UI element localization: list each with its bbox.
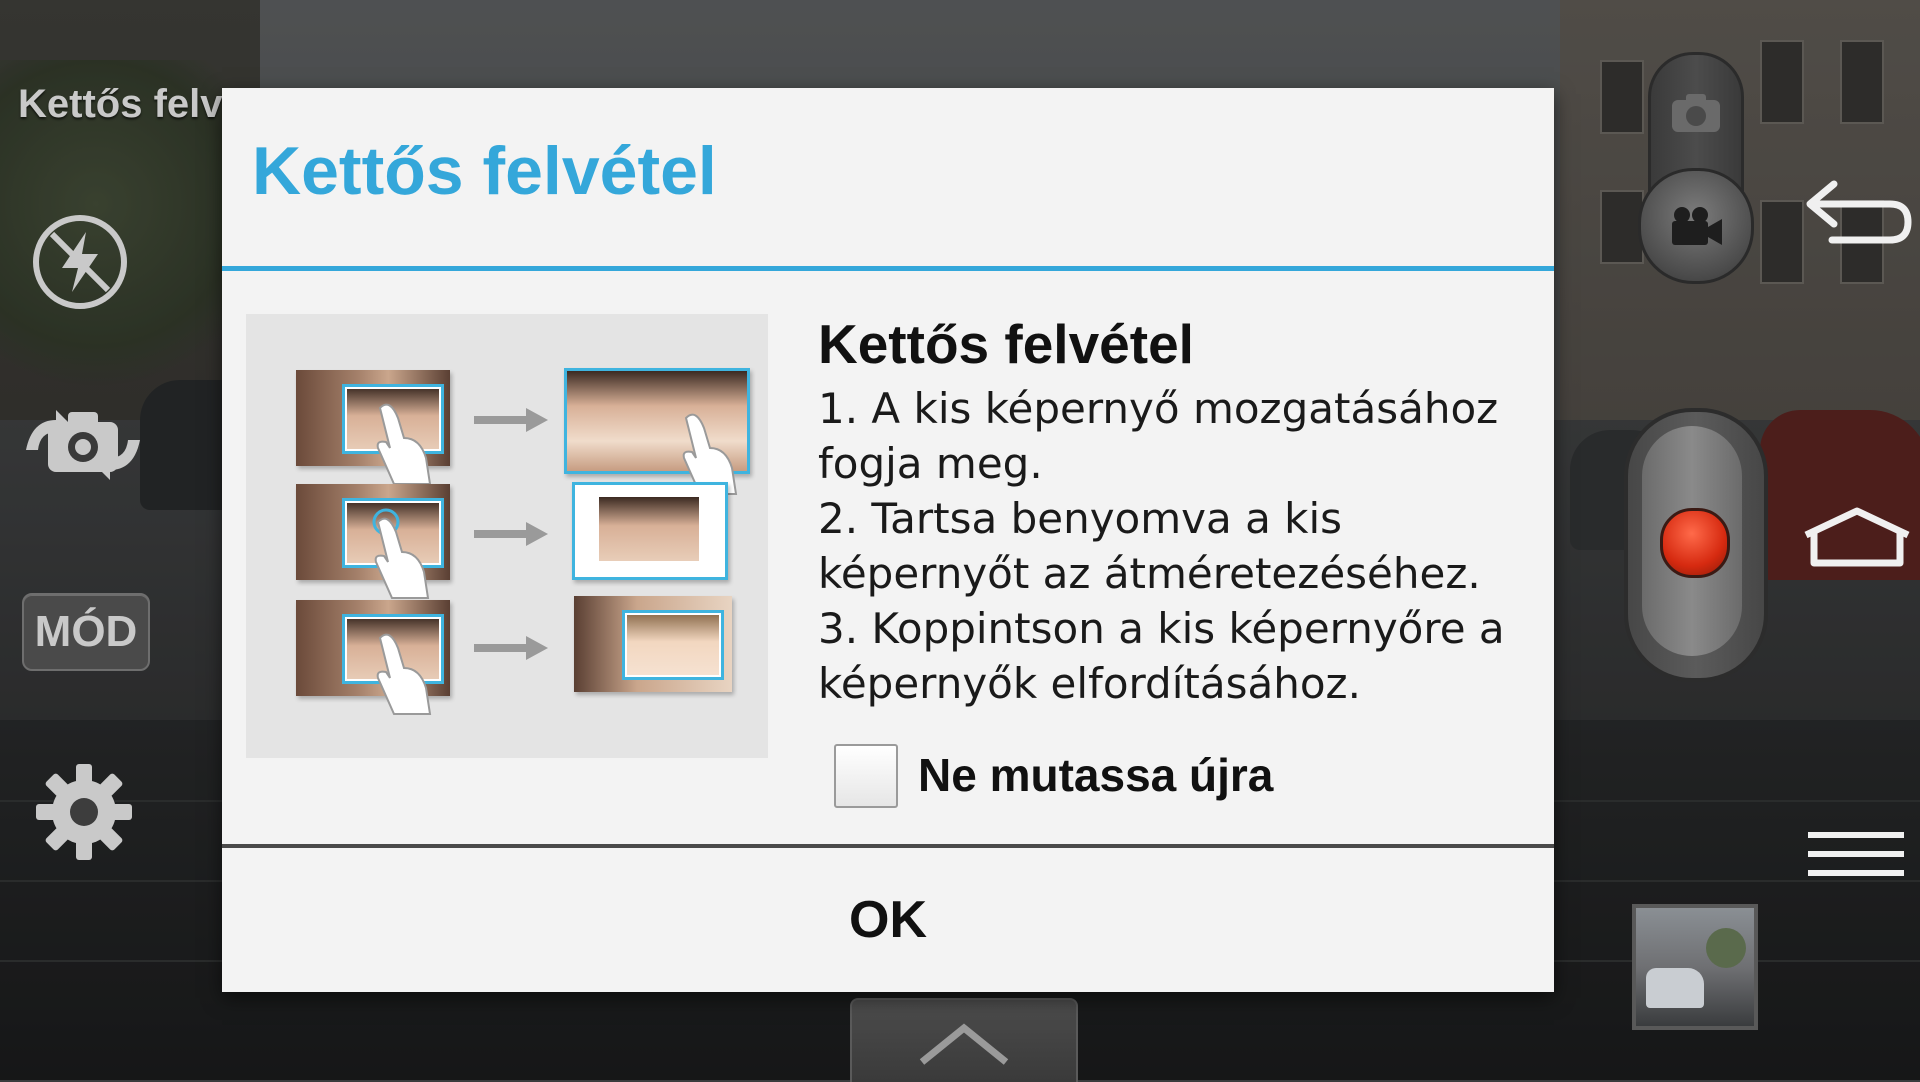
record-icon[interactable] [1660, 508, 1730, 578]
title-divider [222, 266, 1554, 271]
dont-show-again-label[interactable]: Ne mutassa újra [918, 748, 1273, 802]
mode-button[interactable]: MÓD [22, 593, 150, 671]
gallery-thumbnail[interactable] [1632, 904, 1758, 1030]
flash-off-icon[interactable] [32, 214, 128, 310]
instruction-heading: Kettős felvétel [818, 313, 1194, 375]
gear-icon[interactable] [34, 762, 134, 862]
chevron-up-icon [919, 1023, 1009, 1065]
home-icon[interactable] [1800, 505, 1914, 569]
dialog-title: Kettős felvétel [252, 133, 717, 209]
back-icon[interactable] [1804, 178, 1914, 248]
instruction-line: 1. A kis képernyő mozgatásához [818, 384, 1499, 433]
instruction-line: 2. Tartsa benyomva a kis [818, 494, 1343, 543]
camera-icon[interactable] [1670, 92, 1722, 134]
instruction-illustration [246, 314, 768, 758]
instruction-line: fogja meg. [818, 439, 1043, 488]
video-camera-icon[interactable] [1638, 168, 1754, 284]
expand-tab[interactable] [850, 998, 1078, 1082]
dual-recording-dialog: Kettős felvétel Kettős felvétel 1. A kis… [222, 88, 1554, 992]
menu-icon[interactable] [1808, 830, 1904, 878]
instruction-line: képernyőt az átméretezéséhez. [818, 549, 1481, 598]
camera-mode-title: Kettős felv [18, 82, 223, 126]
dont-show-again-checkbox[interactable] [834, 744, 898, 808]
camera-swap-icon[interactable] [22, 400, 144, 490]
instruction-line: 3. Koppintson a kis képernyőre a [818, 604, 1505, 653]
instruction-line: képernyők elfordításához. [818, 659, 1361, 708]
ok-button[interactable]: OK [222, 848, 1554, 992]
